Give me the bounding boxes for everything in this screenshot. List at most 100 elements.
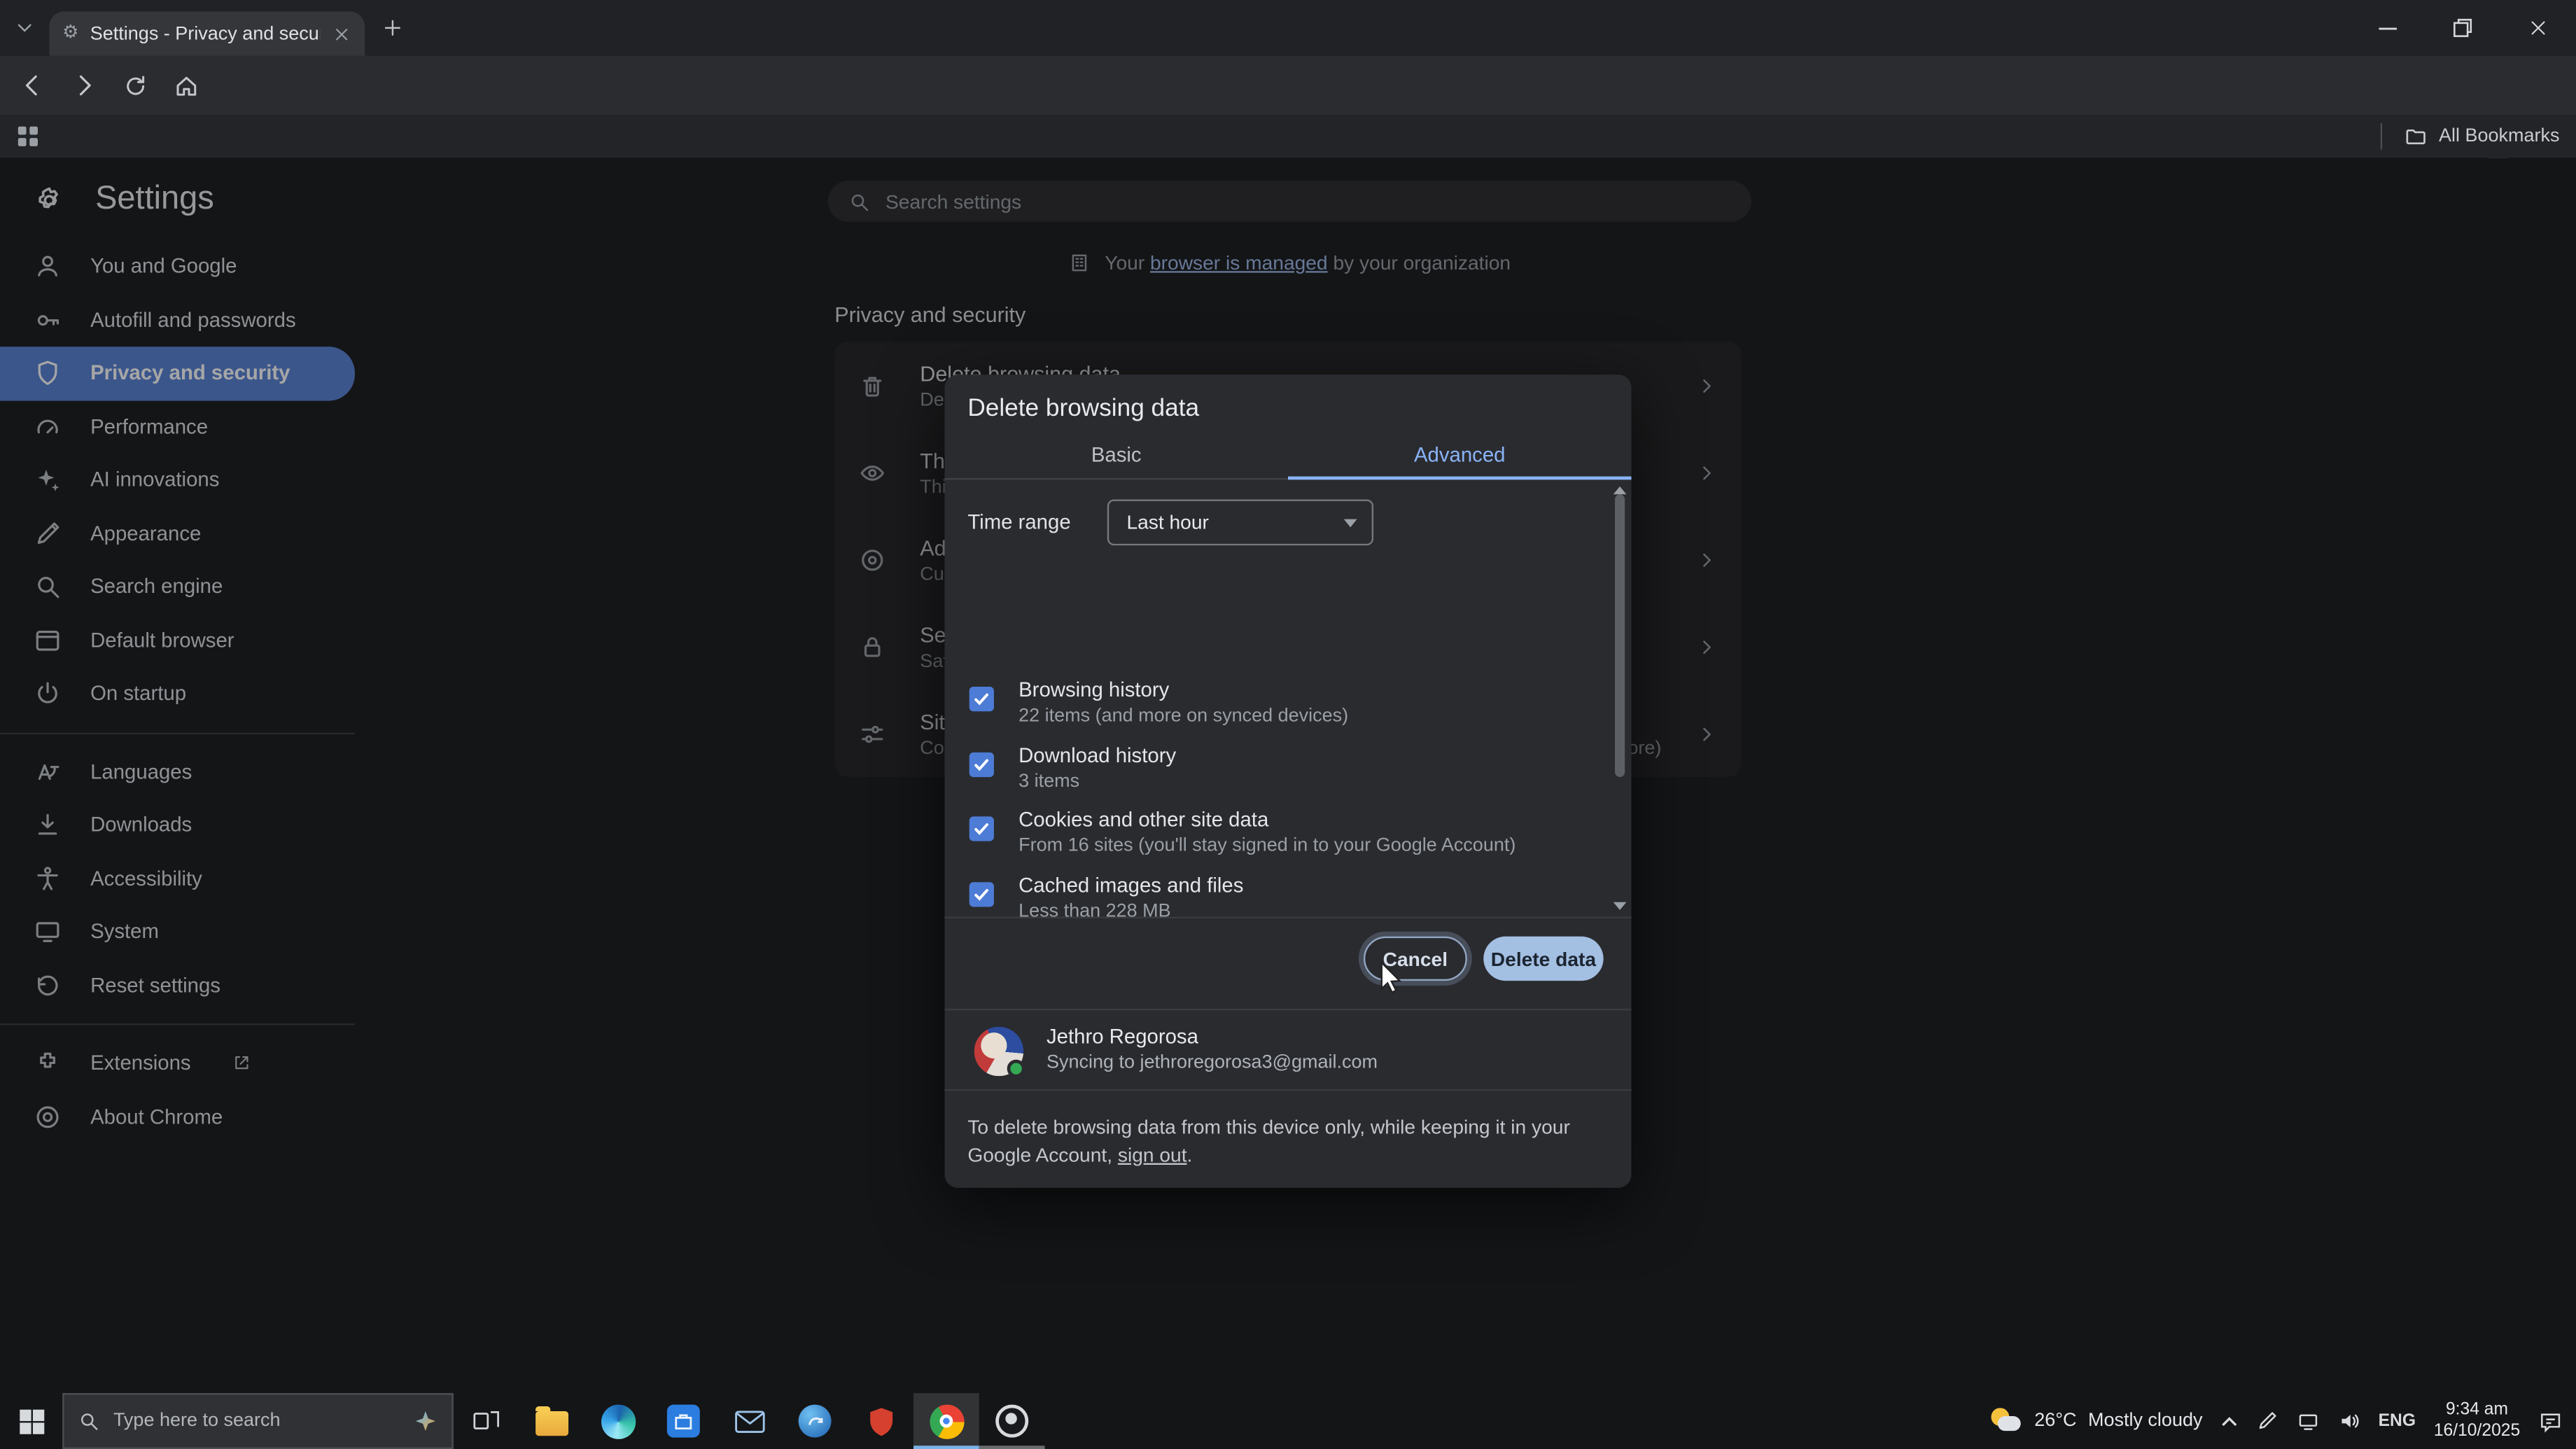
file-explorer-icon: [536, 1411, 568, 1436]
time-range-select[interactable]: Last hour: [1107, 499, 1373, 545]
checkbox-row-browsing-history[interactable]: Browsing history 22 items (and more on s…: [944, 676, 1602, 740]
taskbar-search[interactable]: [62, 1393, 454, 1449]
tab-strip: ⚙ Settings - Privacy and security: [0, 0, 2576, 56]
obs-button[interactable]: [979, 1393, 1045, 1449]
search-highlights-icon[interactable]: [412, 1408, 439, 1434]
app-red-button[interactable]: [848, 1393, 913, 1449]
tab-title: Settings - Privacy and security: [90, 24, 321, 43]
chevron-down-icon: [1343, 518, 1357, 526]
checkbox-label: Download history: [1018, 743, 1176, 766]
clock[interactable]: 9:34 am 16/10/2025: [2434, 1400, 2520, 1443]
edge-icon: [601, 1404, 635, 1438]
weather-desc: Mostly cloudy: [2088, 1411, 2203, 1431]
settings-favicon-icon: ⚙: [62, 24, 78, 43]
forward-icon[interactable]: [64, 66, 104, 105]
new-tab-button[interactable]: [381, 16, 404, 39]
search-icon: [77, 1410, 100, 1433]
tab-basic[interactable]: Basic: [944, 432, 1288, 478]
apps-grid-icon[interactable]: [16, 125, 39, 148]
account-sync-status: Syncing to jethroregorosa3@gmail.com: [1046, 1053, 1378, 1072]
back-icon[interactable]: [13, 66, 52, 105]
all-bookmarks-label: All Bookmarks: [2439, 127, 2560, 146]
bookmarks-bar: All Bookmarks: [0, 115, 2576, 158]
close-window-button[interactable]: [2500, 0, 2576, 56]
window-controls: [2349, 0, 2576, 56]
taskbar: 26°C Mostly cloudy ENG 9:34 am 16/10/202…: [0, 1393, 2576, 1449]
mail-icon: [734, 1409, 765, 1434]
bookmarks-divider: [2380, 123, 2381, 150]
settings-page: Settings You and Google Autofill and pas…: [0, 158, 2576, 1393]
scrollbar-thumb[interactable]: [1615, 494, 1625, 777]
browser-tab[interactable]: ⚙ Settings - Privacy and security: [49, 11, 365, 55]
browser-toolbar: Chrome chrome://settings/clearBrowserDat…: [0, 56, 2576, 115]
scroll-down-icon[interactable]: [1614, 902, 1627, 910]
mail-button[interactable]: [716, 1393, 782, 1449]
checkbox-checked[interactable]: [969, 816, 994, 841]
network-icon[interactable]: [2296, 1410, 2319, 1433]
tab-advanced[interactable]: Advanced: [1288, 432, 1632, 478]
restore-button[interactable]: [2425, 0, 2500, 56]
sync-badge-icon: [1007, 1060, 1026, 1078]
app-blue-icon: [799, 1405, 832, 1438]
checkbox-detail: From 16 sites (you'll stay signed in to …: [1018, 836, 1516, 856]
pen-icon[interactable]: [2255, 1410, 2278, 1433]
app-red-icon: [867, 1406, 895, 1437]
store-icon: [667, 1405, 700, 1438]
windows-logo-icon: [19, 1409, 43, 1434]
checkbox-checked[interactable]: [969, 687, 994, 711]
minimize-button[interactable]: [2349, 0, 2425, 56]
taskbar-search-input[interactable]: [113, 1411, 399, 1431]
weather-widget[interactable]: 26°C Mostly cloudy: [1990, 1408, 2203, 1434]
checkbox-detail: Less than 228 MB: [1018, 901, 1171, 918]
account-name: Jethro Regorosa: [1046, 1025, 1198, 1048]
scroll-up-icon[interactable]: [1614, 486, 1627, 495]
app-blue-button[interactable]: [782, 1393, 848, 1449]
time-range-label: Time range: [967, 511, 1070, 534]
dialog-title: Delete browsing data: [967, 394, 1199, 422]
account-section: Jethro Regorosa Syncing to jethroregoros…: [944, 1009, 1631, 1091]
system-tray: 26°C Mostly cloudy ENG 9:34 am 16/10/202…: [1990, 1393, 2576, 1449]
dialog-tabs: Basic Advanced: [944, 432, 1631, 479]
weather-icon: [1990, 1408, 2023, 1434]
time-range-value: Last hour: [1126, 511, 1208, 534]
tab-close-icon[interactable]: [332, 24, 351, 43]
task-view-button[interactable]: [454, 1393, 519, 1449]
obs-icon: [995, 1405, 1028, 1438]
folder-icon: [2402, 124, 2427, 148]
store-button[interactable]: [650, 1393, 716, 1449]
dialog-footer: To delete browsing data from this device…: [967, 1114, 1585, 1168]
cancel-button[interactable]: Cancel: [1364, 937, 1467, 981]
clock-time: 9:34 am: [2446, 1400, 2508, 1422]
weather-temp: 26°C: [2034, 1411, 2076, 1431]
checkbox-row-cookies[interactable]: Cookies and other site data From 16 site…: [944, 805, 1602, 869]
sign-out-link[interactable]: sign out: [1118, 1142, 1187, 1166]
checkbox-detail: 22 items (and more on synced devices): [1018, 706, 1348, 726]
chrome-icon: [929, 1404, 963, 1438]
chrome-button[interactable]: [913, 1393, 979, 1449]
mouse-cursor: [1380, 961, 1403, 994]
checkbox-label: Cached images and files: [1018, 873, 1243, 896]
checkbox-label: Browsing history: [1018, 678, 1169, 701]
delete-data-button[interactable]: Delete data: [1483, 937, 1603, 981]
checkbox-detail: 3 items: [1018, 771, 1079, 791]
checkbox-label: Cookies and other site data: [1018, 808, 1268, 832]
checkbox-row-cached-images[interactable]: Cached images and files Less than 228 MB: [944, 870, 1602, 918]
all-bookmarks-button[interactable]: All Bookmarks: [2380, 123, 2560, 150]
dialog-body: Time range Last hour Browsing history 22…: [944, 482, 1631, 918]
start-button[interactable]: [0, 1393, 62, 1449]
checkbox-checked[interactable]: [969, 881, 994, 906]
home-icon[interactable]: [166, 66, 205, 105]
checkbox-row-download-history[interactable]: Download history 3 items: [944, 740, 1602, 804]
speaker-icon[interactable]: [2337, 1410, 2360, 1433]
action-center-icon[interactable]: [2538, 1409, 2563, 1434]
tab-search-icon[interactable]: [13, 16, 36, 39]
checkbox-checked[interactable]: [969, 752, 994, 776]
tray-chevron-up-icon[interactable]: [2220, 1415, 2236, 1427]
screen: ⚙ Settings - Privacy and security: [0, 0, 2576, 1449]
file-explorer-button[interactable]: [519, 1393, 585, 1449]
task-view-icon: [472, 1406, 501, 1436]
edge-button[interactable]: [585, 1393, 651, 1449]
reload-icon[interactable]: [115, 66, 154, 105]
language-indicator[interactable]: ENG: [2379, 1411, 2416, 1431]
delete-browsing-data-dialog: Delete browsing data Basic Advanced Time…: [944, 374, 1631, 1188]
